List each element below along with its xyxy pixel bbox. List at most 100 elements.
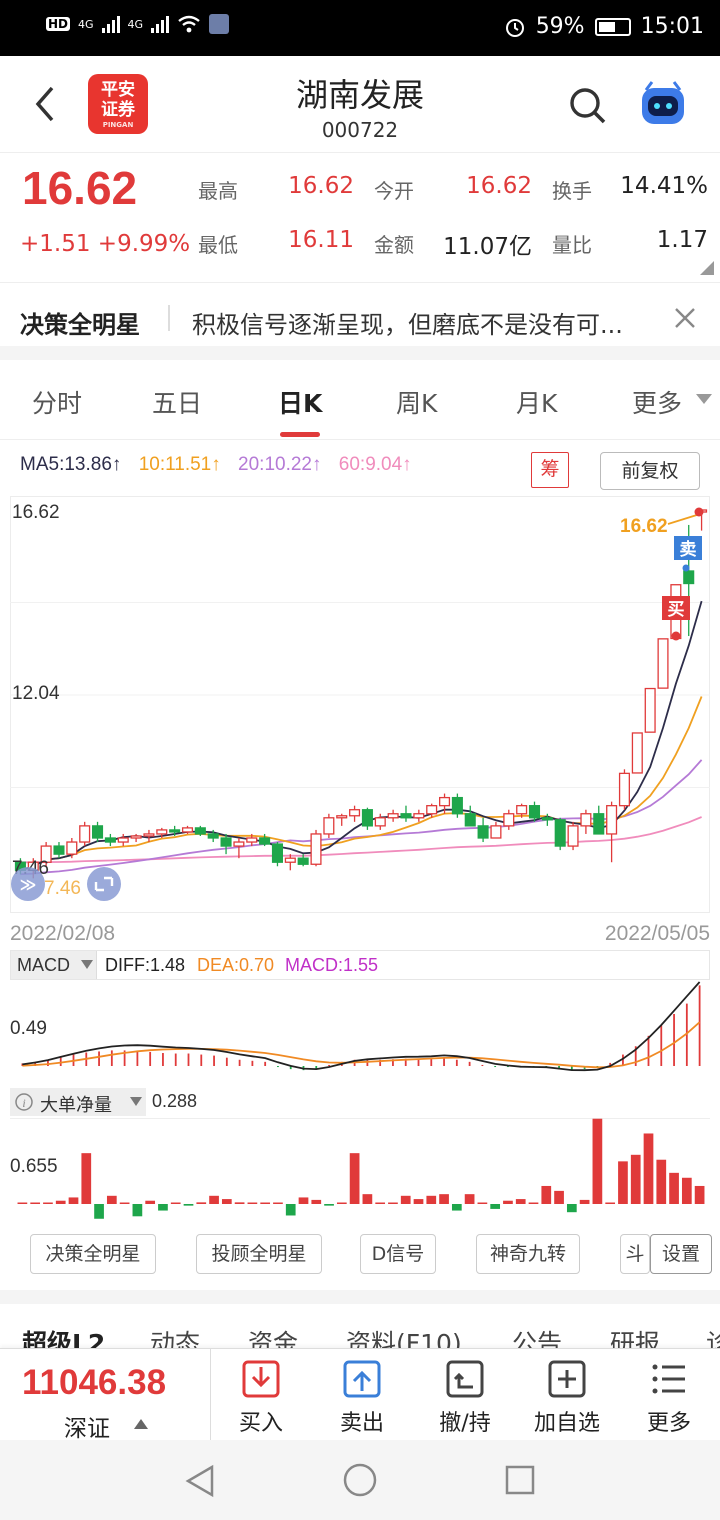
candle	[618, 769, 630, 810]
sell-button[interactable]: 卖出	[317, 1359, 407, 1437]
flow-bar	[477, 1202, 488, 1204]
candle-body	[580, 813, 592, 827]
close-icon[interactable]	[674, 307, 696, 329]
candle-body	[220, 837, 232, 847]
candle-body	[657, 638, 669, 689]
add-watchlist-button[interactable]: 加自选	[522, 1359, 612, 1437]
low-label: 最低	[198, 233, 238, 257]
price-tag: 16.62	[620, 516, 668, 537]
stock-code: 000722	[321, 118, 399, 142]
tab-intraday[interactable]: 分时	[32, 384, 82, 420]
nav-back-icon[interactable]	[184, 1464, 216, 1498]
decision-banner[interactable]: 决策全明星 积极信号逐渐呈现，但磨底不是没有可...	[0, 282, 720, 356]
candle-body	[554, 819, 566, 847]
indicator-magic-nine[interactable]: 神奇九转	[476, 1234, 580, 1274]
add-icon	[548, 1360, 586, 1398]
flow-bar	[554, 1190, 564, 1204]
nav-home-icon[interactable]	[342, 1462, 378, 1498]
candle	[53, 842, 65, 859]
tab-daily-k[interactable]: 日K	[278, 384, 322, 420]
adjust-button[interactable]: 前复权	[600, 452, 700, 490]
big-order-chart: 0.655	[10, 1118, 710, 1219]
flow-bar	[260, 1202, 271, 1204]
search-icon[interactable]	[568, 86, 608, 126]
tab-diagnosis[interactable]: 诊	[706, 1324, 720, 1348]
flow-bar	[413, 1199, 424, 1204]
hd-badge: HD	[46, 17, 71, 31]
tab-weekly-k[interactable]: 周K	[396, 384, 437, 420]
candle	[310, 829, 322, 867]
indicator-advisor-star[interactable]: 投顾全明星	[196, 1234, 322, 1274]
buy-icon	[242, 1360, 280, 1398]
big-order-selector[interactable]: 大单净量	[40, 1091, 112, 1117]
tab-news[interactable]: 动态	[150, 1324, 200, 1348]
expand-corner-icon[interactable]	[700, 261, 714, 275]
nav-recent-icon[interactable]	[504, 1464, 536, 1496]
tab-f10[interactable]: 资料(F10)	[346, 1324, 462, 1348]
tab-research[interactable]: 研报	[610, 1324, 660, 1348]
more-button[interactable]: 更多	[624, 1359, 714, 1437]
candle	[323, 813, 335, 838]
indicator-settings-button[interactable]: 设置	[650, 1234, 712, 1274]
macd-dea: DEA:0.70	[197, 955, 275, 975]
flow-bar	[490, 1204, 501, 1209]
chip-distribution-button[interactable]: 筹	[531, 452, 569, 488]
candle-body	[156, 829, 168, 835]
candle-body	[233, 841, 245, 847]
macd-axis-label: 0.49	[10, 1018, 47, 1039]
flow-bar	[656, 1159, 667, 1204]
buy-button[interactable]: 买入	[216, 1359, 306, 1437]
signal-icon	[101, 15, 120, 33]
info-icon[interactable]: i	[14, 1092, 34, 1112]
flow-bar	[400, 1195, 411, 1204]
flow-bar	[298, 1197, 309, 1204]
candle	[580, 809, 592, 834]
sell-marker-label: 卖	[680, 539, 697, 560]
indicator-d-signal[interactable]: D信号	[360, 1234, 436, 1274]
bottom-trade-bar: 11046.38 深证 买入 卖出 撤/持 加自选 更多	[0, 1348, 720, 1443]
indicator-partial[interactable]: 斗	[620, 1234, 650, 1274]
network-type-2: 4G	[127, 17, 144, 31]
robot-assistant-icon[interactable]	[638, 80, 688, 128]
battery-percent: 59%	[535, 14, 585, 39]
candle-body	[79, 825, 91, 843]
cancel-hold-button[interactable]: 撤/持	[420, 1359, 510, 1437]
index-value[interactable]: 11046.38	[22, 1363, 166, 1403]
flow-bar	[362, 1194, 373, 1204]
candle	[271, 842, 283, 867]
indicator-decision-star[interactable]: 决策全明星	[30, 1234, 156, 1274]
clock: 15:01	[640, 14, 704, 39]
open-value: 16.62	[466, 173, 532, 199]
candle-body	[593, 813, 605, 835]
candle-body	[400, 813, 412, 819]
tab-announcements[interactable]: 公告	[512, 1324, 562, 1348]
svg-text:i: i	[22, 1096, 25, 1110]
candle-body	[683, 570, 695, 585]
candle-body	[516, 805, 528, 815]
chart-frame	[10, 496, 710, 913]
y-axis-bottom-ghost-label: 7.46	[44, 878, 81, 899]
caret-up-icon[interactable]	[134, 1419, 148, 1429]
dropdown-icon[interactable]	[130, 1097, 142, 1107]
index-name[interactable]: 深证	[64, 1409, 110, 1443]
tab-monthly-k[interactable]: 月K	[516, 384, 557, 420]
system-nav-bar	[0, 1440, 720, 1520]
candle	[464, 805, 476, 827]
dropdown-icon[interactable]	[696, 394, 712, 406]
tab-capital[interactable]: 资金	[248, 1324, 298, 1348]
flow-bar	[106, 1195, 117, 1204]
section-gap	[0, 346, 720, 360]
candle-body	[246, 837, 258, 843]
tab-super-l2[interactable]: 超级L2	[22, 1324, 105, 1348]
candle	[644, 687, 656, 733]
candlestick-chart[interactable]: 16.6212.047.467.4616.62卖买≫2022/02/082022…	[10, 496, 710, 948]
candle-body	[104, 837, 116, 843]
turnover-label: 换手	[552, 179, 592, 203]
macd-selector[interactable]: MACD	[17, 955, 70, 976]
flow-bar	[541, 1185, 552, 1204]
tab-more[interactable]: 更多	[632, 384, 682, 420]
dropdown-icon[interactable]	[81, 960, 93, 970]
candle	[104, 833, 116, 847]
tab-five-day[interactable]: 五日	[152, 384, 202, 420]
x-axis-start-date: 2022/02/08	[10, 922, 115, 945]
